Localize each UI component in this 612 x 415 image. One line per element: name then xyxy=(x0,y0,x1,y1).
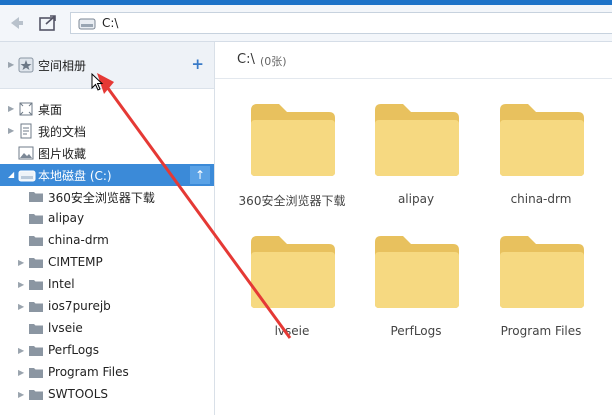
tree-folder-label: alipay xyxy=(48,211,85,225)
tree-folder-label: Intel xyxy=(48,277,75,291)
folder-icon xyxy=(251,236,335,308)
sidebar-item-pictures[interactable]: 图片收藏 xyxy=(0,142,214,164)
current-path: C:\ xyxy=(237,52,255,67)
folder-tile[interactable]: alipay xyxy=(361,102,471,220)
star-album-icon xyxy=(18,57,34,73)
sidebar-item-local-disk-c[interactable]: ◢ 本地磁盘 (C:) ↑ xyxy=(0,164,214,186)
expand-arrow-icon[interactable]: ▶ xyxy=(18,390,24,399)
back-button[interactable] xyxy=(4,11,28,35)
tree-folder-lvseie[interactable]: lvseie xyxy=(0,318,214,340)
photo-count: (0张) xyxy=(260,55,287,68)
tree-folder-label: china-drm xyxy=(48,233,109,247)
tree-folder-china-drm[interactable]: china-drm xyxy=(0,230,214,252)
folder-icon xyxy=(29,390,43,400)
folder-icon xyxy=(29,192,43,202)
folder-icon xyxy=(29,236,43,246)
sidebar-item-label: 图片收藏 xyxy=(38,147,87,161)
folder-tile[interactable]: lvseie xyxy=(237,234,347,352)
folder-label: PerfLogs xyxy=(390,324,442,338)
sidebar-item-label: 本地磁盘 (C:) xyxy=(38,169,112,183)
address-bar[interactable]: C:\ xyxy=(70,12,612,34)
folder-icon xyxy=(29,214,43,224)
expand-arrow-icon[interactable]: ▶ xyxy=(18,346,24,355)
expand-arrow-icon[interactable]: ▶ xyxy=(8,60,14,69)
folder-tile[interactable]: PerfLogs xyxy=(361,234,471,352)
address-path: C:\ xyxy=(102,16,119,30)
sidebar-item-label: 我的文档 xyxy=(38,125,87,139)
sidebar: ▶ 空间相册 + ▶ 桌面 ▶ 我的文档 图片收藏 ◢ 本地磁盘 (C:) ↑ … xyxy=(0,42,215,415)
main-panel: C:\ (0张) 360安全浏览器下载 alipay china-drm lvs… xyxy=(215,42,612,415)
tree-folder-alipay[interactable]: alipay xyxy=(0,208,214,230)
tree-folder-perflogs[interactable]: ▶ PerfLogs xyxy=(0,340,214,362)
folder-icon xyxy=(29,280,43,290)
sidebar-item-documents[interactable]: ▶ 我的文档 xyxy=(0,120,214,142)
folder-icon xyxy=(500,236,584,308)
tree-folder-label: ios7purejb xyxy=(48,299,111,313)
upload-button[interactable]: ↑ xyxy=(190,166,210,184)
folder-tile[interactable]: Program Files xyxy=(486,234,596,352)
toolbar: C:\ xyxy=(0,5,612,42)
disk-icon xyxy=(18,170,36,182)
folder-icon xyxy=(251,104,335,176)
folder-icon xyxy=(375,104,459,176)
document-icon xyxy=(20,123,32,139)
tree-folder-label: Program Files xyxy=(48,365,129,379)
sidebar-item-label: 空间相册 xyxy=(38,59,87,73)
expand-arrow-icon[interactable]: ▶ xyxy=(8,104,14,113)
folder-label: lvseie xyxy=(274,324,310,338)
sidebar-item-desktop[interactable]: ▶ 桌面 xyxy=(0,98,214,120)
folder-label: china-drm xyxy=(510,192,572,206)
tree-folder-program-files[interactable]: ▶ Program Files xyxy=(0,362,214,384)
export-button[interactable] xyxy=(36,11,60,35)
album-section: ▶ 空间相册 + xyxy=(0,42,214,89)
folder-label: alipay xyxy=(397,192,435,206)
tree-folder-label: 360安全浏览器下载 xyxy=(48,191,155,205)
expand-arrow-icon[interactable]: ▶ xyxy=(18,368,24,377)
desktop-icon xyxy=(19,102,33,116)
export-icon xyxy=(39,15,56,31)
tree-folder-label: lvseie xyxy=(48,321,83,335)
folder-label: Program Files xyxy=(500,324,582,338)
tree-folder-label: CIMTEMP xyxy=(48,255,103,269)
tree-folder-cimtemp[interactable]: ▶ CIMTEMP xyxy=(0,252,214,274)
add-album-button[interactable]: + xyxy=(191,55,204,73)
tree-folder-swtools[interactable]: ▶ SWTOOLS xyxy=(0,384,214,406)
tree-folder-360[interactable]: 360安全浏览器下载 xyxy=(0,186,214,208)
tree-folder-label: SWTOOLS xyxy=(48,387,109,401)
folder-icon xyxy=(29,302,43,312)
tree-folder-intel[interactable]: ▶ Intel xyxy=(0,274,214,296)
picture-icon xyxy=(18,146,34,160)
sidebar-item-label: 桌面 xyxy=(38,103,63,117)
back-arrow-icon xyxy=(11,17,23,29)
folder-icon xyxy=(500,104,584,176)
folder-icon xyxy=(375,236,459,308)
main-header: C:\ (0张) xyxy=(215,42,612,79)
expand-arrow-icon[interactable]: ▶ xyxy=(18,280,24,289)
collapse-arrow-icon[interactable]: ◢ xyxy=(8,170,14,179)
expand-arrow-icon[interactable]: ▶ xyxy=(18,302,24,311)
folder-icon xyxy=(29,324,43,334)
expand-arrow-icon[interactable]: ▶ xyxy=(8,126,14,135)
expand-arrow-icon[interactable]: ▶ xyxy=(18,258,24,267)
sidebar-item-album[interactable]: ▶ 空间相册 xyxy=(0,54,214,76)
folder-icon xyxy=(29,258,43,268)
folder-icon xyxy=(29,346,43,356)
folder-icon xyxy=(29,368,43,378)
disk-icon xyxy=(78,18,96,30)
tree-folder-label: PerfLogs xyxy=(48,343,100,357)
folder-tile[interactable]: china-drm xyxy=(486,102,596,220)
tree-folder-ios7purejb[interactable]: ▶ ios7purejb xyxy=(0,296,214,318)
folder-label: 360安全浏览器下载 xyxy=(238,194,346,208)
folder-tile[interactable]: 360安全浏览器下载 xyxy=(237,102,347,220)
